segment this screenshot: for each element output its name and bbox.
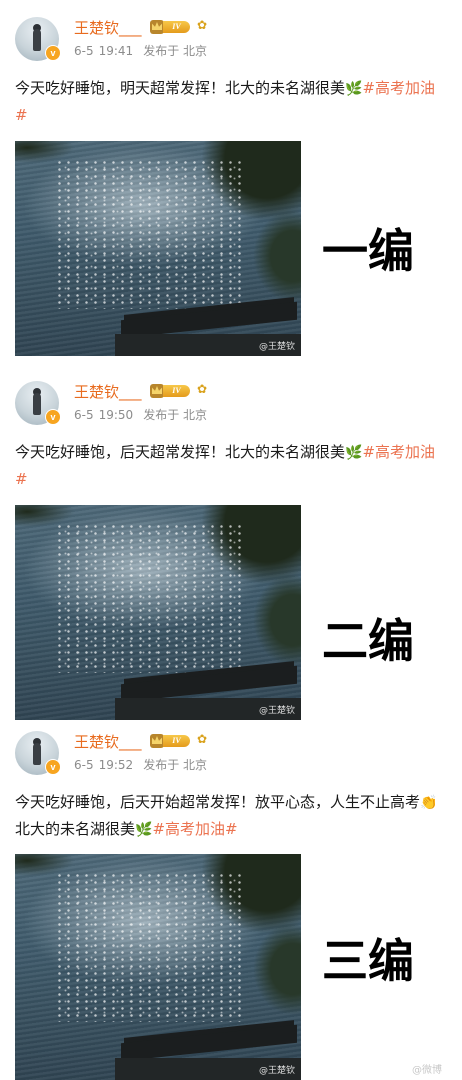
user-level-badge: IV bbox=[150, 384, 190, 398]
post-text-body: 今天吃好睡饱，后天超常发挥！北大的未名湖很美 bbox=[15, 443, 346, 461]
level-label: IV bbox=[163, 21, 190, 33]
photo-tree-side bbox=[254, 575, 301, 665]
photo-water-sparkle bbox=[55, 872, 245, 1022]
username[interactable]: 王楚钦___ bbox=[74, 732, 142, 752]
post-photo[interactable]: @王楚钦 bbox=[15, 854, 301, 1080]
post-text-body: 今天吃好睡饱，后天开始超常发挥！放平心态，人生不止高考 bbox=[15, 793, 421, 811]
leaf-emoji-icon: 🌿 bbox=[135, 822, 153, 838]
username[interactable]: 王楚钦___ bbox=[74, 18, 142, 38]
crown-icon bbox=[150, 734, 164, 748]
post-date: 6-5 bbox=[74, 408, 94, 422]
edit-label: 三编 bbox=[322, 934, 414, 988]
photo-tree-side bbox=[254, 924, 301, 1014]
photo-water-sparkle bbox=[55, 159, 245, 309]
photo-watermark: @王楚钦 bbox=[258, 706, 295, 716]
level-label: IV bbox=[163, 385, 190, 397]
clap-emoji-icon: 👏 bbox=[420, 795, 438, 811]
post-meta: 6-5 19:41 发布于 北京 bbox=[74, 43, 207, 59]
crown-icon bbox=[150, 384, 164, 398]
verified-badge-icon: v bbox=[45, 759, 61, 775]
leaf-emoji-icon: 🌿 bbox=[345, 445, 363, 461]
leaf-emoji-icon: 🌿 bbox=[345, 81, 363, 97]
post-photo[interactable]: @王楚钦 bbox=[15, 141, 301, 356]
photo-water-sparkle bbox=[55, 523, 245, 673]
photo-bench-back bbox=[121, 1024, 297, 1062]
post-text-body-2: 北大的未名湖很美 bbox=[15, 820, 136, 838]
photo-tree-side bbox=[254, 211, 301, 301]
user-level-badge: IV bbox=[150, 734, 190, 748]
crown-icon bbox=[150, 20, 164, 34]
weibo-post-1: v 王楚钦___ IV ✿ 6-5 19:41 发布于 北京 今天吃好睡饱，明天超常… bbox=[0, 17, 462, 362]
weibo-post-2: v 王楚钦___ IV ✿ 6-5 19:50 发布于 北京 今天吃好睡饱，后天超常… bbox=[0, 381, 462, 726]
edit-label: 二编 bbox=[322, 614, 414, 668]
photo-watermark: @王楚钦 bbox=[258, 1066, 295, 1076]
user-level-badge: IV bbox=[150, 20, 190, 34]
flower-badge-icon: ✿ bbox=[196, 18, 208, 32]
weibo-post-3: v 王楚钦___ IV ✿ 6-5 19:52 发布于 北京 今天吃好睡饱，后天开始… bbox=[0, 731, 462, 1080]
post-location: 发布于 北京 bbox=[143, 44, 208, 58]
flower-badge-icon: ✿ bbox=[196, 732, 208, 746]
avatar-person-body bbox=[33, 29, 41, 51]
page-watermark: @微博 bbox=[412, 1065, 442, 1076]
post-date: 6-5 bbox=[74, 758, 94, 772]
avatar-person-body bbox=[33, 743, 41, 765]
post-photo[interactable]: @王楚钦 bbox=[15, 505, 301, 720]
post-time: 19:41 bbox=[98, 44, 134, 58]
flower-badge-icon: ✿ bbox=[196, 382, 208, 396]
post-time: 19:52 bbox=[98, 758, 134, 772]
post-text-body: 今天吃好睡饱，明天超常发挥！北大的未名湖很美 bbox=[15, 79, 346, 97]
level-label: IV bbox=[163, 735, 190, 747]
post-date: 6-5 bbox=[74, 44, 94, 58]
hashtag-link[interactable]: #高考加油# bbox=[152, 820, 237, 838]
post-location: 发布于 北京 bbox=[143, 758, 208, 772]
verified-badge-icon: v bbox=[45, 409, 61, 425]
post-meta: 6-5 19:52 发布于 北京 bbox=[74, 757, 207, 773]
post-text: 今天吃好睡饱，明天超常发挥！北大的未名湖很美🌿#高考加油# bbox=[15, 75, 445, 128]
edit-label: 一编 bbox=[322, 224, 414, 278]
post-meta: 6-5 19:50 发布于 北京 bbox=[74, 407, 207, 423]
post-text: 今天吃好睡饱，后天开始超常发挥！放平心态，人生不止高考👏 北大的未名湖很美🌿#高考… bbox=[15, 789, 445, 843]
post-location: 发布于 北京 bbox=[143, 408, 208, 422]
verified-badge-icon: v bbox=[45, 45, 61, 61]
post-time: 19:50 bbox=[98, 408, 134, 422]
photo-watermark: @王楚钦 bbox=[258, 342, 295, 352]
avatar-person-body bbox=[33, 393, 41, 415]
username[interactable]: 王楚钦___ bbox=[74, 382, 142, 402]
post-text: 今天吃好睡饱，后天超常发挥！北大的未名湖很美🌿#高考加油# bbox=[15, 439, 445, 492]
